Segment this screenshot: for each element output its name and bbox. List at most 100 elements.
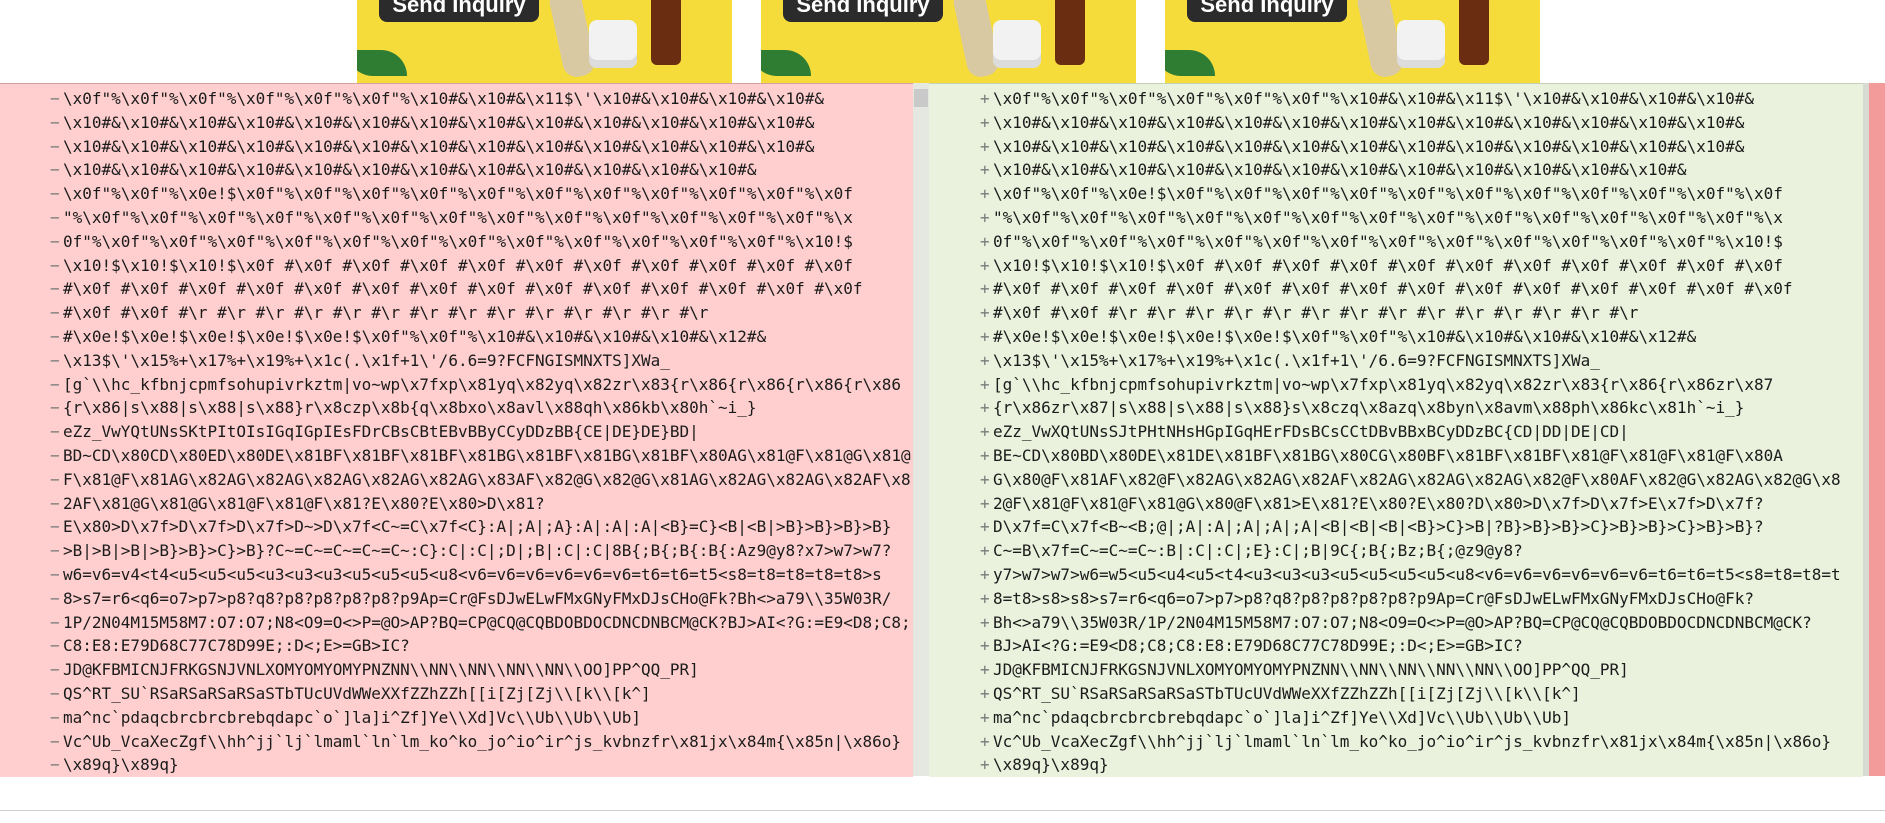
diff-line[interactable]: − >B|>B|>B|>B}>B}>C}>B}?C~=C~=C~=C~=C~:C}… [0, 539, 911, 563]
diff-line-text: JD@KFBMICNJFRKGSNJVNLXOMYOMYOMYPNZNN\\NN… [63, 660, 699, 680]
diff-line[interactable]: − {r\x86|s\x88|s\x88|s\x88}r\x8czp\x8b{q\… [0, 396, 911, 420]
diff-line[interactable]: + \x10#&\x10#&\x10#&\x10#&\x10#&\x10#&\x1… [929, 111, 1841, 135]
diff-line[interactable]: + y7>w7>w7>w6=w5<u5<u4<u5<t4<u3<u3<u3<u5<… [929, 563, 1841, 587]
diff-line[interactable]: −8>s7=r6<q6=o7>p7>p8?q8?p8?p8?p8?p8?p9Ap… [0, 587, 911, 611]
diff-line[interactable]: + ma^nc`pdaqcbrcbrcbrebqdapc`o`]la]i^Zf]Y… [929, 706, 1841, 730]
removed-sign: − [50, 112, 60, 132]
removed-sign: − [50, 207, 60, 227]
diff-line-text: JD@KFBMICNJFRKGSNJVNLXOMYOMYOMYPNZNN\\NN… [993, 660, 1629, 680]
diff-line[interactable]: + QS^RT_SU`RSaRSaRSaRSaSTbTUcUVdWWeXXfZZh… [929, 682, 1841, 706]
diff-line-text: \x10#&\x10#&\x10#&\x10#&\x10#&\x10#&\x10… [63, 136, 815, 156]
added-lines: + \x0f"%\x0f"%\x0f"%\x0f"%\x0f"%\x0f"%\x1… [929, 87, 1841, 777]
added-sign: + [980, 707, 990, 727]
diff-line-text: D\x7f=C\x7f<B~<B;@|;A|:A|;A|;A|;A|<B|<B|… [993, 517, 1764, 537]
diff-line-text: Vc^Ub_VcaXecZgf\\hh^jj`lj`lmaml`ln`lm_ko… [63, 731, 902, 751]
diff-line[interactable]: − \x0f"%\x0f"%\x0e!$\x0f"%\x0f"%\x0f"%\x0… [0, 182, 911, 206]
removed-sign: − [50, 517, 60, 537]
send-inquiry-button[interactable]: Send Inquiry [783, 0, 943, 22]
diff-line[interactable]: − ma^nc`pdaqcbrcbrcbrebqdapc`o`]la]i^Zf]Y… [0, 706, 911, 730]
ad-banner-3[interactable]: Send Inquiry [1165, 0, 1540, 83]
diff-line-text: "%\x0f"%\x0f"%\x0f"%\x0f"%\x0f"%\x0f"%\x… [993, 207, 1783, 227]
diff-line[interactable]: − JD@KFBMICNJFRKGSNJVNLXOMYOMYOMYPNZNN\\N… [0, 658, 911, 682]
diff-line[interactable]: + \x0f"%\x0f"%\x0f"%\x0f"%\x0f"%\x0f"%\x1… [929, 87, 1841, 111]
diff-line-text: 1P/2N04M15M58M7:O7:O7;N8<O9=O<>P=@O>AP?B… [63, 612, 911, 632]
diff-line[interactable]: + Vc^Ub_VcaXecZgf\\hh^jj`lj`lmaml`ln`lm_k… [929, 730, 1841, 754]
added-sign: + [980, 207, 990, 227]
diff-line[interactable]: + D\x7f=C\x7f<B~<B;@|;A|:A|;A|;A|;A|<B|<B… [929, 515, 1841, 539]
diff-line[interactable]: − "%\x0f"%\x0f"%\x0f"%\x0f"%\x0f"%\x0f"%\… [0, 206, 911, 230]
diff-line[interactable]: + \x0f"%\x0f"%\x0e!$\x0f"%\x0f"%\x0f"%\x0… [929, 182, 1841, 206]
diff-line[interactable]: + G\x80@F\x81AF\x82@F\x82AG\x82AG\x82AF\x… [929, 468, 1841, 492]
diff-line[interactable]: − E\x80>D\x7f>D\x7f>D\x7f>D~>D\x7f<C~=C\x… [0, 515, 911, 539]
diff-right-pane-added[interactable]: + \x0f"%\x0f"%\x0f"%\x0f"%\x0f"%\x0f"%\x1… [929, 83, 1863, 777]
send-inquiry-button[interactable]: Send Inquiry [1187, 0, 1347, 22]
diff-line[interactable]: + \x10#&\x10#&\x10#&\x10#&\x10#&\x10#&\x1… [929, 135, 1841, 159]
diff-line[interactable]: − \x10#&\x10#&\x10#&\x10#&\x10#&\x10#&\x1… [0, 158, 911, 182]
diff-line[interactable]: + \x10#&\x10#&\x10#&\x10#&\x10#&\x10#&\x1… [929, 158, 1841, 182]
diff-line[interactable]: − #\x0f #\x0f #\r #\r #\r #\r #\r #\r #\r… [0, 301, 911, 325]
diff-line[interactable]: − \x10#&\x10#&\x10#&\x10#&\x10#&\x10#&\x1… [0, 135, 911, 159]
removed-sign: − [50, 707, 60, 727]
added-sign: + [980, 683, 990, 703]
diff-line[interactable]: + BE~CD\x80BD\x80DE\x81DE\x81BF\x81BG\x80… [929, 444, 1841, 468]
diff-overview-ruler[interactable] [1863, 83, 1885, 776]
diff-line[interactable]: + BJ>AI<?G:=E9<D8;C8;C8:E8:E79D68C77C78D9… [929, 634, 1841, 658]
added-sign: + [980, 89, 990, 108]
diff-line[interactable]: + \x89q}\x89q} [929, 753, 1841, 777]
diff-line[interactable]: −2AF\x81@G\x81@G\x81@F\x81@F\x81?E\x80?E… [0, 492, 911, 516]
diff-line[interactable]: − QS^RT_SU`RSaRSaRSaRSaSTbTUcUVdWWeXXfZZh… [0, 682, 911, 706]
diff-line[interactable]: + \x10!$\x10!$\x10!$\x0f #\x0f #\x0f #\x0… [929, 254, 1841, 278]
diff-line[interactable]: − C8:E8:E79D68C77C78D99E;:D<;E>=GB>IC? [0, 634, 911, 658]
diff-line[interactable]: + "%\x0f"%\x0f"%\x0f"%\x0f"%\x0f"%\x0f"%\… [929, 206, 1841, 230]
diff-line[interactable]: + eZz_VwXQtUNsSJtPHtNHsHGpIGqHErFDsBCsCCt… [929, 420, 1841, 444]
diff-line[interactable]: − eZz_VwYQtUNsSKtPItOIsIGqIGpIEsFDrCBsCBt… [0, 420, 911, 444]
diff-line[interactable]: + [g`\\hc_kfbnjcpmfsohupivrkztm|vo~wp\x7f… [929, 373, 1841, 397]
diff-line[interactable]: −0f"%\x0f"%\x0f"%\x0f"%\x0f"%\x0f"%\x0f"… [0, 230, 911, 254]
diff-line[interactable]: +2@F\x81@F\x81@F\x81@G\x80@F\x81>E\x81?E… [929, 492, 1841, 516]
ad-banner-2[interactable]: Send Inquiry [761, 0, 1136, 83]
diff-line[interactable]: − \x0f"%\x0f"%\x0f"%\x0f"%\x0f"%\x0f"%\x1… [0, 87, 911, 111]
diff-line[interactable]: − \x10!$\x10!$\x10!$\x0f #\x0f #\x0f #\x0… [0, 254, 911, 278]
diff-line[interactable]: −1P/2N04M15M58M7:O7:O7;N8<O9=O<>P=@O>AP?… [0, 611, 911, 635]
added-sign: + [980, 136, 990, 156]
diff-line[interactable]: + \x13$\'\x15%+\x17%+\x19%+\x1c(.\x1f+1\'… [929, 349, 1841, 373]
diff-line[interactable]: + C~=B\x7f=C~=C~=C~:B|:C|:C|;E}:C|;B|9C{;… [929, 539, 1841, 563]
diff-line-text: Bh<>a79\\35W03R/1P/2N04M15M58M7:O7:O7;N8… [993, 612, 1812, 632]
diff-line[interactable]: +0f"%\x0f"%\x0f"%\x0f"%\x0f"%\x0f"%\x0f"… [929, 230, 1841, 254]
ad-banner-1[interactable]: Send Inquiry [357, 0, 732, 83]
diff-line[interactable]: − w6=v6=v4<t4<u5<u5<u5<u3<u3<u3<u5<u5<u5<… [0, 563, 911, 587]
added-sign: + [980, 612, 990, 632]
removed-sign: − [50, 160, 60, 180]
removed-sign: − [50, 493, 60, 513]
diff-line[interactable]: +8=t8>s8>s8>s7=r6<q6=o7>p7>p8?q8?p8?p8?p… [929, 587, 1841, 611]
leaf-decoration [1165, 50, 1215, 76]
send-inquiry-button[interactable]: Send Inquiry [379, 0, 539, 22]
diff-line-text: eZz_VwXQtUNsSJtPHtNHsHGpIGqHErFDsBCsCCtD… [993, 422, 1629, 442]
scrollbar-thumb[interactable] [914, 89, 928, 107]
diff-line[interactable]: + JD@KFBMICNJFRKGSNJVNLXOMYOMYOMYPNZNN\\N… [929, 658, 1841, 682]
diff-line[interactable]: − #\x0e!$\x0e!$\x0e!$\x0e!$\x0e!$\x0f"%\x… [0, 325, 911, 349]
added-sign: + [980, 112, 990, 132]
diff-line[interactable]: + Bh<>a79\\35W03R/1P/2N04M15M58M7:O7:O7;N… [929, 611, 1841, 635]
diff-line-text: #\x0e!$\x0e!$\x0e!$\x0e!$\x0e!$\x0f"%\x0… [993, 326, 1697, 346]
diff-line[interactable]: − #\x0f #\x0f #\x0f #\x0f #\x0f #\x0f #\x… [0, 277, 911, 301]
diff-line[interactable]: + #\x0f #\x0f #\r #\r #\r #\r #\r #\r #\r… [929, 301, 1841, 325]
diff-line[interactable]: − \x10#&\x10#&\x10#&\x10#&\x10#&\x10#&\x1… [0, 111, 911, 135]
diff-line-text: \x0f"%\x0f"%\x0e!$\x0f"%\x0f"%\x0f"%\x0f… [63, 184, 853, 204]
diff-line[interactable]: − \x13$\'\x15%+\x17%+\x19%+\x1c(.\x1f+1\'… [0, 349, 911, 373]
diff-left-pane-removed[interactable]: − \x0f"%\x0f"%\x0f"%\x0f"%\x0f"%\x0f"%\x1… [0, 83, 913, 777]
diff-line[interactable]: − [g`\\hc_kfbnjcpmfsohupivrkztm|vo~wp\x7f… [0, 373, 911, 397]
added-sign: + [980, 160, 990, 180]
diff-line[interactable]: + #\x0f #\x0f #\x0f #\x0f #\x0f #\x0f #\x… [929, 277, 1841, 301]
removed-sign: − [50, 469, 60, 489]
overview-thumb[interactable] [1863, 83, 1869, 776]
diff-line[interactable]: + {r\x86zr\x87|s\x88|s\x88|s\x88}s\x8czq\… [929, 396, 1841, 420]
diff-line[interactable]: − \x89q}\x89q} [0, 753, 911, 777]
diff-line[interactable]: + #\x0e!$\x0e!$\x0e!$\x0e!$\x0e!$\x0f"%\x… [929, 325, 1841, 349]
diff-line[interactable]: − Vc^Ub_VcaXecZgf\\hh^jj`lj`lmaml`ln`lm_k… [0, 730, 911, 754]
diff-center-scrollbar[interactable] [913, 83, 929, 776]
diff-line[interactable]: − F\x81@F\x81AG\x82AG\x82AG\x82AG\x82AG\x… [0, 468, 911, 492]
removed-sign: − [50, 303, 60, 323]
diff-line-text: 0f"%\x0f"%\x0f"%\x0f"%\x0f"%\x0f"%\x0f"%… [63, 231, 853, 251]
diff-line[interactable]: − BD~CD\x80CD\x80ED\x80DE\x81BF\x81BF\x81… [0, 444, 911, 468]
